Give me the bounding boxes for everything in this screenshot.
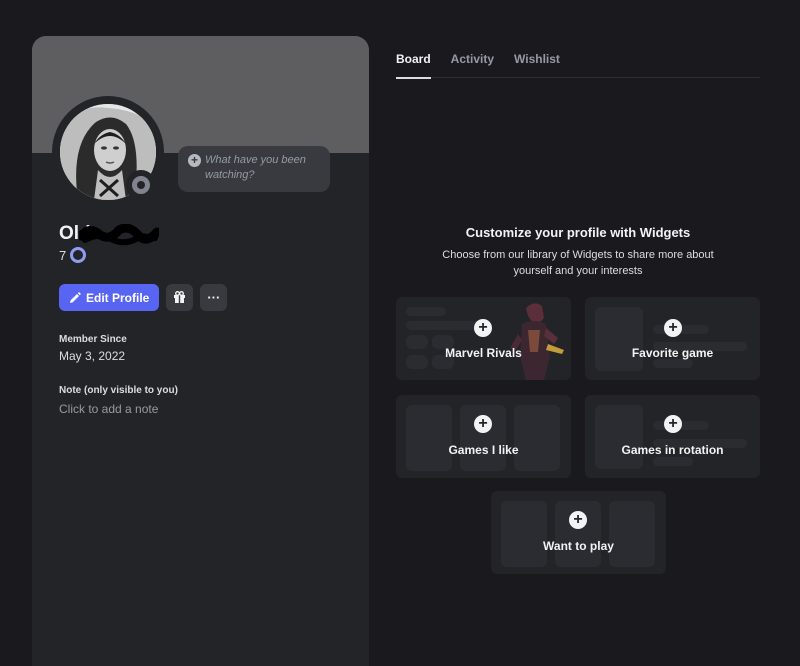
widget-favorite-game[interactable]: + Favorite game: [585, 297, 760, 380]
custom-status-bubble[interactable]: + What have you been watching?: [178, 146, 330, 192]
widget-label: Favorite game: [631, 346, 714, 360]
profile-tabs: Board Activity Wishlist: [396, 50, 760, 79]
widgets-title: Customize your profile with Widgets: [465, 225, 691, 240]
status-idle-icon: [126, 170, 156, 200]
custom-status-placeholder: What have you been watching?: [205, 154, 306, 181]
username-tag: 7: [59, 247, 67, 263]
add-circle-icon: +: [664, 319, 682, 337]
placeholder-card: [595, 405, 643, 469]
placeholder-card: [501, 501, 547, 567]
add-circle-icon: +: [474, 319, 492, 337]
add-circle-icon: +: [188, 154, 201, 167]
more-icon: ···: [207, 290, 221, 305]
edit-profile-button[interactable]: Edit Profile: [59, 284, 160, 311]
add-circle-icon: +: [569, 511, 587, 529]
widget-marvel-rivals[interactable]: + Marvel Rivals: [396, 297, 571, 380]
status-bubble-dot: [175, 133, 183, 141]
widgets-subtitle: Choose from our library of Widgets to sh…: [442, 249, 714, 277]
placeholder-bar: [406, 307, 446, 316]
add-circle-icon: +: [474, 415, 492, 433]
note-input[interactable]: Click to add a note: [59, 402, 158, 416]
note-label: Note (only visible to you): [59, 385, 178, 396]
placeholder-card: [609, 501, 655, 567]
add-circle-icon: +: [664, 415, 682, 433]
game-character-image: [510, 303, 564, 380]
widget-games-in-rotation[interactable]: + Games in rotation: [585, 395, 760, 478]
profile-card: + What have you been watching? Old 7 Edi…: [32, 36, 369, 666]
avatar[interactable]: [52, 96, 164, 208]
profile-actions: Edit Profile ···: [59, 284, 228, 311]
edit-profile-label: Edit Profile: [86, 290, 150, 305]
tab-board[interactable]: Board: [396, 50, 431, 79]
placeholder-card: [595, 307, 643, 371]
placeholder-bar: [653, 457, 693, 466]
widget-games-i-like[interactable]: + Games I like: [396, 395, 571, 478]
widget-label: Games I like: [448, 443, 519, 457]
placeholder-card: [406, 405, 452, 471]
widget-label: Games in rotation: [621, 443, 724, 457]
pencil-icon: [70, 291, 81, 303]
placeholder-bar: [653, 359, 693, 368]
tab-wishlist[interactable]: Wishlist: [514, 50, 560, 78]
badge-icon[interactable]: [70, 247, 87, 263]
widget-label: Want to play: [543, 539, 614, 553]
more-options-button[interactable]: ···: [200, 284, 228, 311]
widget-label: Marvel Rivals: [445, 346, 522, 360]
member-since-label: Member Since: [59, 334, 127, 345]
widget-want-to-play[interactable]: + Want to play: [491, 491, 666, 574]
nitro-gift-button[interactable]: [166, 284, 194, 311]
redaction-scribble: [79, 224, 159, 246]
placeholder-card: [514, 405, 560, 471]
member-since-value: May 3, 2022: [59, 349, 126, 363]
username-tag-row: 7: [59, 247, 87, 263]
tab-activity[interactable]: Activity: [451, 50, 494, 78]
nitro-gift-icon: [174, 291, 186, 303]
